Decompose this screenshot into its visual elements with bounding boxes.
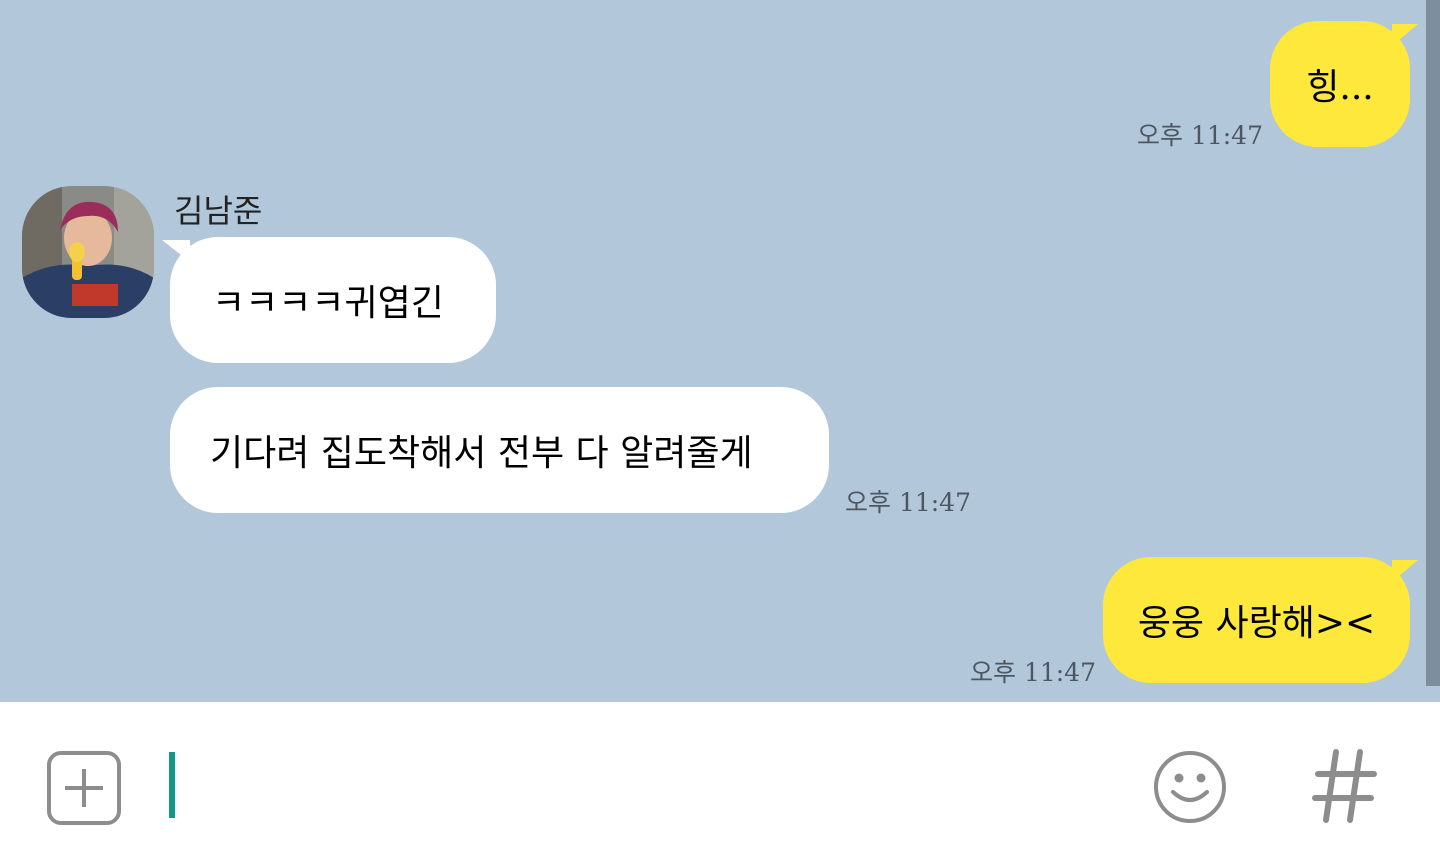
chat-area[interactable]: 힝... 오후 11:47 김남준 ㅋㅋㅋㅋ귀엽긴 기다려 집도착해서 전부 다… (0, 0, 1440, 702)
sender-name: 김남준 (174, 192, 263, 230)
incoming-message-bubble[interactable]: ㅋㅋㅋㅋ귀엽긴 (170, 237, 496, 363)
message-text: 힝... (1306, 67, 1374, 108)
message-input-bar (0, 702, 1440, 865)
outgoing-message-bubble[interactable]: 힝... (1270, 21, 1410, 147)
message-timestamp: 오후 11:47 (970, 658, 1096, 687)
bubble-tail (1392, 560, 1418, 582)
message-text: 웅웅 사랑해>< (1137, 603, 1376, 644)
profile-photo-icon (22, 186, 154, 318)
bubble-tail (162, 240, 190, 262)
message-text: 기다려 집도착해서 전부 다 알려줄게 (210, 433, 753, 474)
smiley-icon[interactable] (1153, 750, 1227, 824)
hash-icon[interactable] (1312, 748, 1378, 824)
message-text: ㅋㅋㅋㅋ귀엽긴 (212, 283, 444, 324)
bubble-tail (1392, 24, 1418, 46)
text-cursor (169, 752, 175, 818)
incoming-message-bubble[interactable]: 기다려 집도착해서 전부 다 알려줄게 (170, 387, 829, 513)
plus-icon[interactable] (47, 751, 121, 825)
message-timestamp: 오후 11:47 (845, 488, 971, 517)
scrollbar[interactable] (1426, 0, 1440, 686)
message-timestamp: 오후 11:47 (1137, 121, 1263, 150)
outgoing-message-bubble[interactable]: 웅웅 사랑해>< (1103, 557, 1410, 683)
avatar[interactable] (22, 186, 154, 318)
message-input[interactable] (160, 732, 1120, 836)
